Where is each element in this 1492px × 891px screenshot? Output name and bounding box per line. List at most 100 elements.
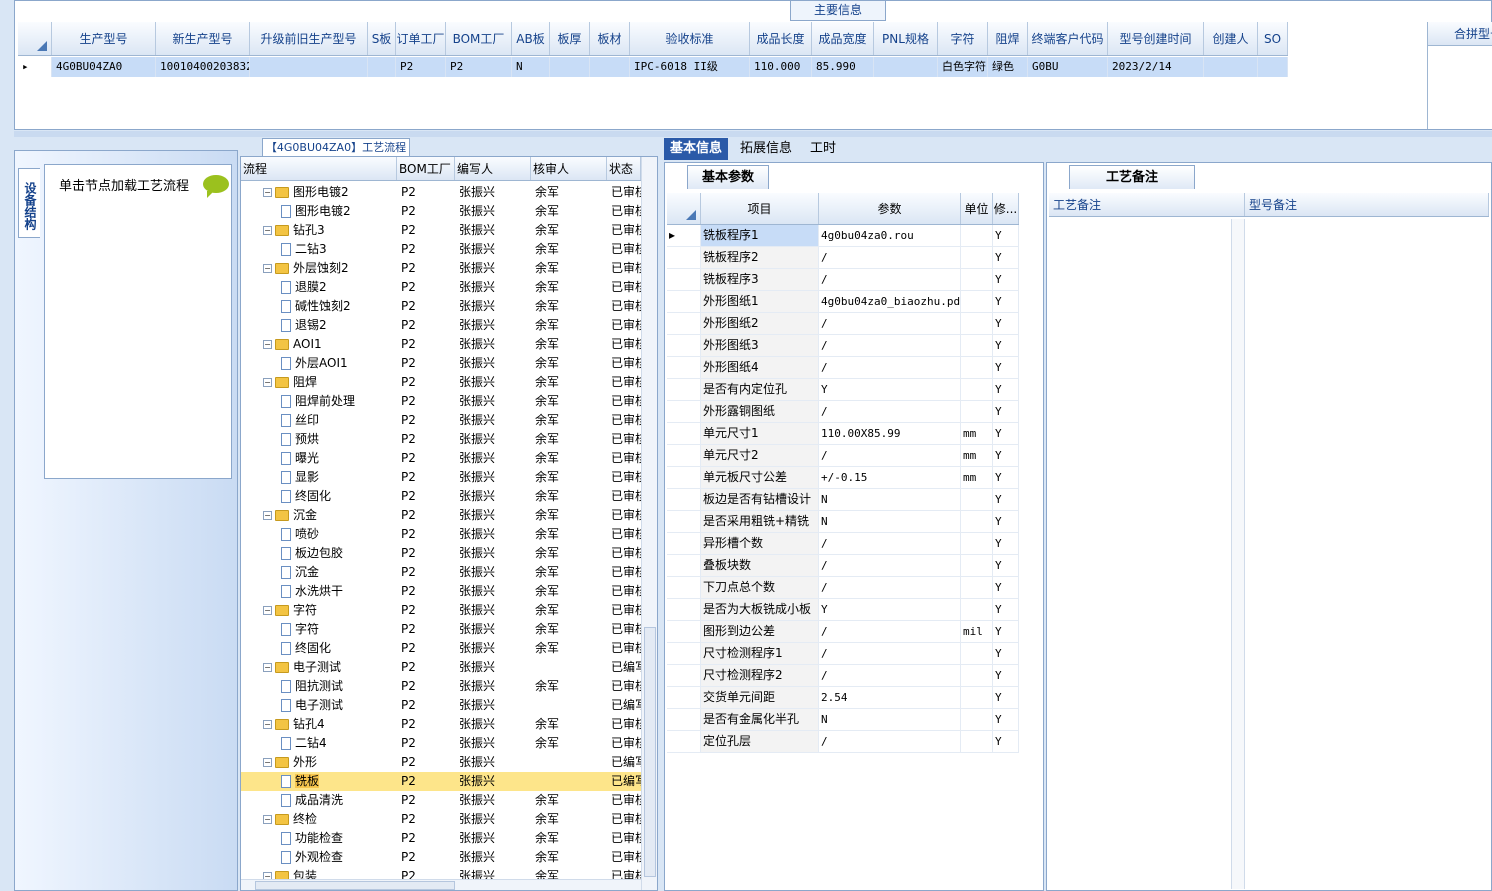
param-cell-flag[interactable]: Y [993,291,1019,312]
param-cell-flag[interactable]: Y [993,643,1019,664]
param-cell-unit[interactable] [961,313,993,334]
col-header[interactable]: S板 [368,22,396,55]
param-row[interactable]: 铣板程序2/ Y [667,247,1019,269]
param-cell-unit[interactable] [961,731,993,752]
col-header[interactable]: PNL规格 [874,22,938,55]
process-tree-row[interactable]: − 终检 P2 张振兴 余军 已审核 [241,810,641,829]
tree-node[interactable]: 曝光 [241,449,397,468]
param-row[interactable]: 是否为大板铣成小板 Y Y [667,599,1019,621]
process-tree-row[interactable]: − 电子测试 P2 张振兴 已编写 [241,658,641,677]
param-cell-item[interactable]: 外形露铜图纸 [701,401,819,422]
tree-scroll-thumb[interactable] [644,627,656,877]
param-cell-flag[interactable]: Y [993,665,1019,686]
process-tree-row[interactable]: 预烘 P2 张振兴 余军 已审核 [241,430,641,449]
grid-cell[interactable]: IPC-6018 II级 [630,57,750,77]
grid-cell[interactable]: 绿色 [988,57,1028,77]
notes-scrollbar[interactable] [1231,219,1245,889]
param-cell-value[interactable]: / [819,577,961,598]
col-header[interactable]: 订单工厂 [396,22,446,55]
tree-node[interactable]: 沉金 [241,563,397,582]
collapse-icon[interactable]: − [263,511,272,520]
process-tree-row[interactable]: − 字符 P2 张振兴 余军 已审核 [241,601,641,620]
process-tree-row[interactable]: 外层AOI1 P2 张振兴 余军 已审核 [241,354,641,373]
param-cell-unit[interactable] [961,379,993,400]
tree-node[interactable]: 字符 [241,620,397,639]
param-cell-unit[interactable] [961,709,993,730]
param-cell-unit[interactable] [961,269,993,290]
horizontal-splitter[interactable] [14,131,1492,137]
param-cell-item[interactable]: 单元尺寸1 [701,423,819,444]
param-cell-item[interactable]: 外形图纸4 [701,357,819,378]
param-cell-flag[interactable]: Y [993,533,1019,554]
col-header[interactable]: AB板 [512,22,550,55]
tree-horizontal-scrollbar[interactable] [241,879,641,890]
process-tree-row[interactable]: 二钻3 P2 张振兴 余军 已审核 [241,240,641,259]
param-row[interactable]: 是否采用粗铣+精铣 N Y [667,511,1019,533]
col-header[interactable]: 成品宽度 [812,22,874,55]
param-cell-value[interactable]: / [819,643,961,664]
tree-node[interactable]: − 外形 [241,753,397,772]
tree-node[interactable]: 成品清洗 [241,791,397,810]
param-cell-value[interactable]: / [819,555,961,576]
param-cell-item[interactable]: 铣板程序2 [701,247,819,268]
param-cell-item[interactable]: 尺寸检测程序2 [701,665,819,686]
param-cell-value[interactable]: / [819,445,961,466]
tab-extended-info[interactable]: 拓展信息 [734,138,798,160]
grid-cell[interactable]: 2023/2/14 [1108,57,1204,77]
process-tree-row[interactable]: 图形电镀2 P2 张振兴 余军 已审核 [241,202,641,221]
param-cell-unit[interactable] [961,511,993,532]
param-cell-flag[interactable]: Y [993,709,1019,730]
param-cell-value[interactable]: 4g0bu04za0.rou [819,225,961,246]
grid-cell[interactable]: P2 [396,57,446,77]
param-cell-value[interactable]: / [819,731,961,752]
grid-cell[interactable]: P2 [446,57,512,77]
collapse-icon[interactable]: − [263,663,272,672]
param-cell-value[interactable]: / [819,335,961,356]
col-header[interactable]: 新生产型号 [156,22,250,55]
grid-cell[interactable]: N [512,57,550,77]
param-cell-item[interactable]: 单元板尺寸公差 [701,467,819,488]
process-tree-row[interactable]: 水洗烘干 P2 张振兴 余军 已审核 [241,582,641,601]
tree-node[interactable]: 外层AOI1 [241,354,397,373]
tree-node[interactable]: − 字符 [241,601,397,620]
param-row[interactable]: 外形图纸4/ Y [667,357,1019,379]
tree-col-header[interactable]: 状态 [607,157,641,180]
param-cell-flag[interactable]: Y [993,687,1019,708]
process-tree-row[interactable]: − 外形 P2 张振兴 已编写 [241,753,641,772]
param-cell-flag[interactable]: Y [993,379,1019,400]
param-cell-value[interactable]: 2.54 [819,687,961,708]
collapse-icon[interactable]: − [263,188,272,197]
param-cell-flag[interactable]: Y [993,357,1019,378]
col-header[interactable]: 板厚 [550,22,590,55]
tree-node[interactable]: − 图形电镀2 [241,183,397,202]
process-tree-row[interactable]: 板边包胶 P2 张振兴 余军 已审核 [241,544,641,563]
grid-cell[interactable]: 85.990 [812,57,874,77]
process-tree-row[interactable]: 退膜2 P2 张振兴 余军 已审核 [241,278,641,297]
param-cell-unit[interactable]: mm [961,445,993,466]
grid-cell[interactable]: 白色字符 [938,57,988,77]
param-cell-unit[interactable] [961,533,993,554]
param-row[interactable]: 下刀点总个数 / Y [667,577,1019,599]
param-cell-item[interactable]: 外形图纸3 [701,335,819,356]
params-col-modify[interactable]: 修... [993,193,1019,224]
param-row[interactable]: 异形槽个数 / Y [667,533,1019,555]
tree-node[interactable]: 阻抗测试 [241,677,397,696]
param-cell-flag[interactable]: Y [993,225,1019,246]
param-row[interactable]: 尺寸检测程序2/ Y [667,665,1019,687]
process-tree-row[interactable]: − 外层蚀刻2 P2 张振兴 余军 已审核 [241,259,641,278]
param-row[interactable]: 是否有金属化半孔 N Y [667,709,1019,731]
collapse-icon[interactable]: − [263,226,272,235]
process-tree-row[interactable]: 二钻4 P2 张振兴 余军 已审核 [241,734,641,753]
collapse-icon[interactable]: − [263,720,272,729]
tree-node[interactable]: 水洗烘干 [241,582,397,601]
tree-node[interactable]: 碱性蚀刻2 [241,297,397,316]
grid-cell[interactable] [1204,57,1258,77]
param-cell-item[interactable]: 是否为大板铣成小板 [701,599,819,620]
param-cell-flag[interactable]: Y [993,467,1019,488]
param-cell-unit[interactable] [961,577,993,598]
param-cell-flag[interactable]: Y [993,599,1019,620]
param-cell-flag[interactable]: Y [993,313,1019,334]
process-tree-row[interactable]: 终固化 P2 张振兴 余军 已审核 [241,639,641,658]
params-col-item[interactable]: 项目 [701,193,819,224]
param-row[interactable]: 板边是否有钻槽设计 N Y [667,489,1019,511]
